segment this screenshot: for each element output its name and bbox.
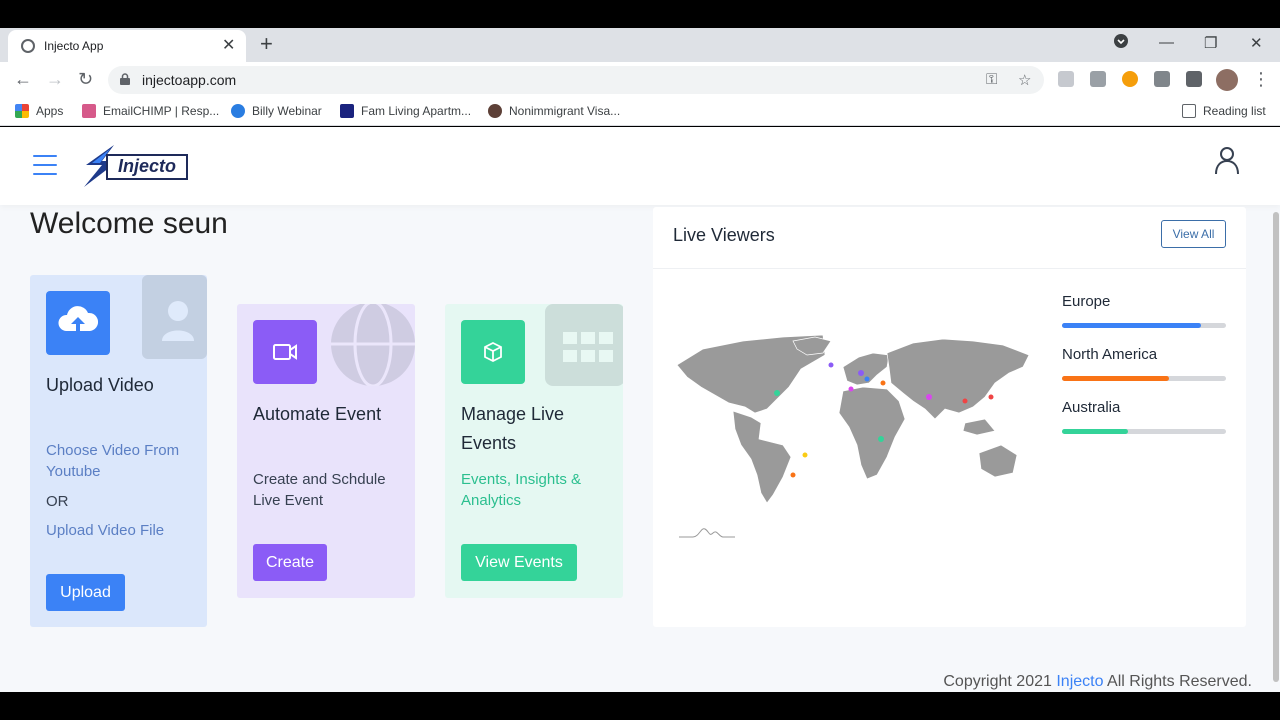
bookmark-emailchimp[interactable]: EmailCHIMP | Resp... — [82, 104, 219, 118]
profile-avatar[interactable] — [1216, 69, 1238, 91]
mail-icon — [82, 104, 96, 118]
bookmark-fam-living[interactable]: Fam Living Apartm... — [340, 104, 471, 118]
cube-icon — [484, 341, 502, 363]
bookmark-star-icon[interactable]: ☆ — [1018, 71, 1031, 89]
bookmark-label: Billy Webinar — [252, 104, 322, 118]
back-icon[interactable]: ← — [14, 69, 32, 90]
id-card-bg-icon — [142, 275, 207, 359]
screen: Injecto App ✕ + — ❐ ✕ ← → ↻ injectoapp.c… — [0, 0, 1280, 720]
upload-tile — [46, 291, 110, 355]
bookmark-label: Apps — [36, 104, 64, 118]
youtube-option[interactable]: Choose Video From Youtube — [46, 440, 196, 482]
grid-bg-icon — [545, 304, 623, 386]
copyright-footer: Copyright 2021 Injecto All Rights Reserv… — [0, 673, 1252, 691]
video-camera-icon — [273, 344, 297, 360]
apps-grid-icon — [15, 104, 29, 118]
upload-button[interactable]: Upload — [46, 574, 125, 611]
app-header: Injecto — [0, 127, 1280, 205]
new-tab-icon[interactable]: + — [260, 31, 273, 57]
minimize-icon[interactable]: — — [1159, 34, 1174, 51]
puzzle-icon[interactable] — [1186, 71, 1202, 87]
panel-title: Live Viewers — [673, 225, 775, 245]
cloud-upload-icon — [58, 306, 99, 331]
extension-icon[interactable] — [1058, 71, 1074, 87]
bookmark-label: EmailCHIMP | Resp... — [103, 104, 220, 118]
region-name: North America — [1062, 346, 1158, 363]
sparkline — [679, 528, 735, 538]
reading-list-icon — [1182, 104, 1196, 118]
card-title: Manage Live Events — [461, 404, 565, 453]
page-scrollbar[interactable] — [1273, 212, 1279, 682]
view-events-button[interactable]: View Events — [461, 544, 577, 581]
region-north-america: North America — [1062, 346, 1226, 381]
view-all-button[interactable]: View All — [1161, 220, 1226, 248]
card-title: Automate Event — [253, 404, 382, 424]
bookmarks-bar: Apps EmailCHIMP | Resp... Billy Webinar … — [0, 98, 1280, 126]
copyright-suffix: All Rights Reserved. — [1103, 673, 1252, 690]
card-description: Events, Insights & Analytics — [461, 471, 582, 509]
card-title: Upload Video — [46, 375, 154, 395]
lock-icon — [120, 73, 130, 85]
manage-live-events-card: Manage Live Events Events, Insights & An… — [445, 304, 623, 598]
close-window-icon[interactable]: ✕ — [1250, 34, 1263, 52]
reading-list-label: Reading list — [1203, 104, 1266, 118]
region-bar — [1062, 429, 1226, 434]
camera-extension-icon[interactable] — [1090, 71, 1106, 87]
card-description: Create and Schdule Live Event — [253, 471, 386, 509]
bookmark-billy-webinar[interactable]: Billy Webinar — [231, 104, 322, 118]
region-australia: Australia — [1062, 399, 1226, 434]
color-extension-icon[interactable] — [1122, 71, 1138, 87]
tool-extension-icon[interactable] — [1154, 71, 1170, 87]
browser-toolbar: ← → ↻ injectoapp.com ⚿ ☆ ⋮ — [0, 62, 1280, 98]
video-tile — [253, 320, 317, 384]
reading-list[interactable]: Reading list — [1182, 104, 1266, 118]
bookmark-label: Nonimmigrant Visa... — [509, 104, 621, 118]
close-tab-icon[interactable]: ✕ — [222, 35, 235, 55]
injecto-logo[interactable]: Injecto — [80, 143, 188, 189]
url-text: injectoapp.com — [142, 72, 237, 88]
bookmark-visa[interactable]: Nonimmigrant Visa... — [488, 104, 620, 118]
create-button[interactable]: Create — [253, 544, 327, 581]
globe-bg-icon — [331, 304, 415, 386]
copyright-brand-link[interactable]: Injecto — [1056, 673, 1103, 690]
automate-event-card: Automate Event Create and Schdule Live E… — [237, 304, 415, 598]
user-account-icon[interactable] — [1212, 145, 1242, 175]
app-page: Injecto Welcome seun Upload Video Choose… — [0, 127, 1280, 692]
region-europe: Europe — [1062, 293, 1226, 328]
reload-icon[interactable]: ↻ — [78, 69, 93, 90]
region-bar-fill — [1062, 429, 1128, 434]
region-name: Europe — [1062, 293, 1111, 310]
forward-icon[interactable]: → — [46, 69, 64, 90]
address-bar[interactable]: injectoapp.com ⚿ ☆ — [108, 66, 1044, 94]
globe-icon — [21, 39, 35, 53]
region-bar-fill — [1062, 323, 1202, 328]
copyright-prefix: Copyright 2021 — [943, 673, 1057, 690]
or-separator: OR — [46, 493, 69, 510]
bookmark-label: Fam Living Apartm... — [361, 104, 472, 118]
hamburger-menu-icon[interactable] — [33, 155, 57, 177]
restore-icon[interactable]: ❐ — [1204, 34, 1217, 52]
region-bar — [1062, 323, 1226, 328]
region-bar — [1062, 376, 1226, 381]
box-tile — [461, 320, 525, 384]
b-logo-icon — [340, 104, 354, 118]
seal-icon — [488, 104, 502, 118]
menu-kebab-icon[interactable]: ⋮ — [1252, 69, 1270, 90]
logo-text: Injecto — [118, 156, 177, 176]
tab-search-icon[interactable] — [1114, 34, 1128, 52]
upload-file-option[interactable]: Upload Video File — [46, 520, 207, 541]
browser-tab[interactable]: Injecto App ✕ — [8, 30, 246, 62]
upload-video-card: Upload Video Choose Video From Youtube O… — [30, 275, 207, 627]
world-map[interactable] — [673, 327, 1033, 507]
bookmark-apps[interactable]: Apps — [15, 104, 63, 118]
webinar-icon — [231, 104, 245, 118]
tab-title: Injecto App — [44, 39, 104, 53]
tab-strip: Injecto App ✕ + — ❐ ✕ — [0, 28, 1280, 62]
key-icon[interactable]: ⚿ — [986, 71, 997, 88]
region-bar-fill — [1062, 376, 1169, 381]
live-viewers-panel: Live Viewers View All Europe North Ameri… — [653, 207, 1246, 627]
welcome-heading: Welcome seun — [30, 207, 228, 240]
region-name: Australia — [1062, 399, 1121, 416]
divider — [653, 268, 1246, 269]
